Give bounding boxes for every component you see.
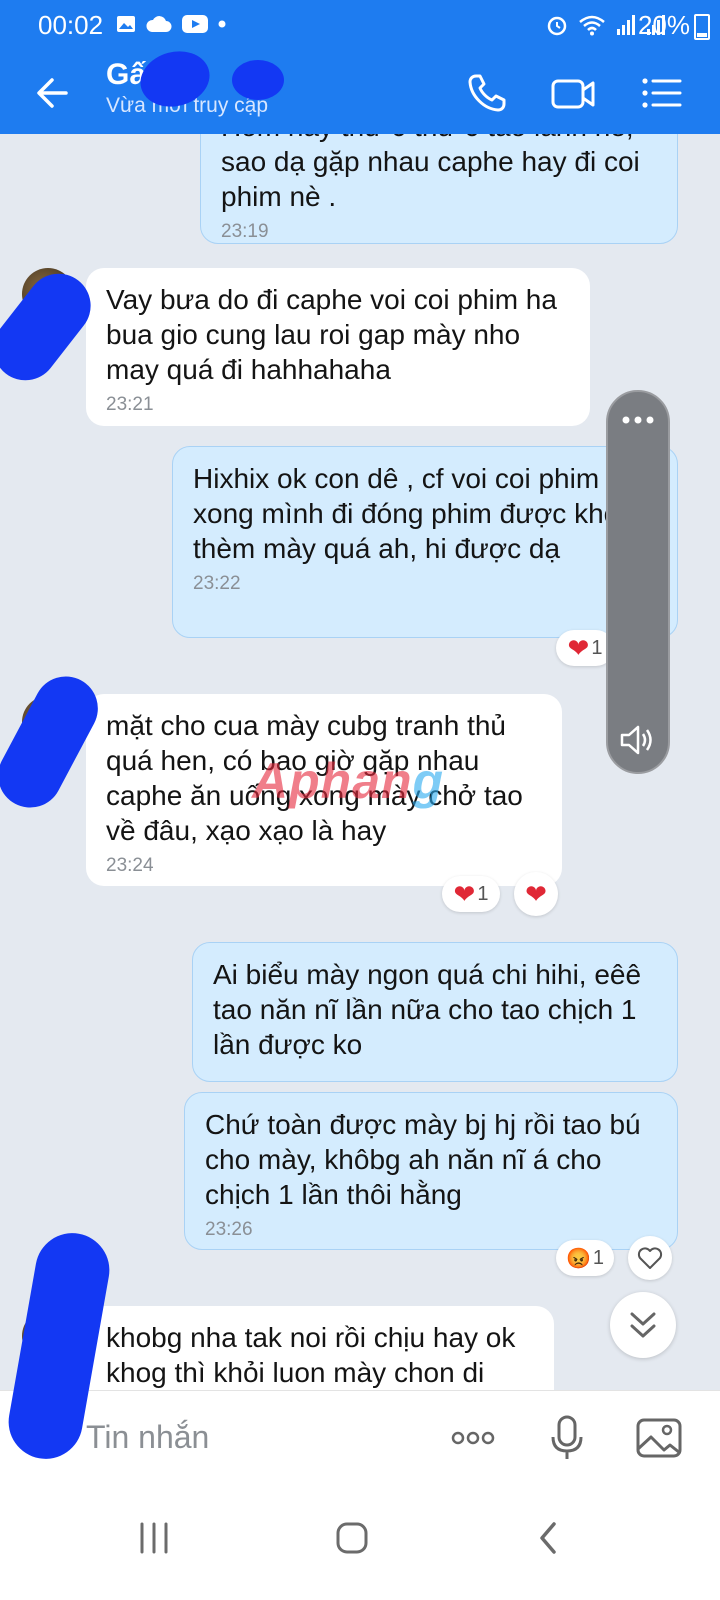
more-options-icon[interactable] <box>448 1413 498 1463</box>
add-reaction-button[interactable] <box>628 1236 672 1280</box>
angry-emoji-icon: 😡 <box>565 1247 591 1270</box>
volume-panel[interactable] <box>606 390 670 774</box>
phone-icon[interactable] <box>462 68 512 118</box>
speaker-icon[interactable] <box>618 722 658 758</box>
reaction-count: 1 <box>477 882 489 905</box>
heart-outline-icon <box>637 1247 663 1269</box>
image-gallery-icon[interactable] <box>634 1413 684 1463</box>
message-input-bar: Tin nhắn <box>0 1390 720 1483</box>
alarm-icon <box>547 16 567 36</box>
cloud-icon <box>146 16 172 32</box>
back-icon[interactable] <box>520 1508 580 1568</box>
back-arrow-icon[interactable] <box>30 70 76 116</box>
heart-icon: ❤ <box>567 633 590 663</box>
signal-icon <box>617 15 635 35</box>
message-time: 23:22 <box>193 573 241 594</box>
message-time: 23:26 <box>205 1219 253 1240</box>
message-time: 23:19 <box>221 221 269 242</box>
scroll-to-bottom-button[interactable] <box>610 1292 676 1358</box>
microphone-icon[interactable] <box>542 1413 592 1463</box>
heart-icon: ❤ <box>453 879 476 909</box>
more-options-icon[interactable] <box>620 410 656 430</box>
outgoing-message[interactable]: Ai biểu mày ngon quá chi hihi, eêê tao n… <box>192 942 678 1082</box>
message-text: Hixhix ok con dê , cf voi coi phim xong … <box>193 463 651 564</box>
message-text: khobg nha tak noi rồi chịu hay ok khog t… <box>106 1322 516 1388</box>
reaction-badge[interactable]: 😡 1 <box>556 1240 614 1276</box>
menu-list-icon[interactable] <box>636 68 686 118</box>
outgoing-message[interactable]: Chứ toàn được mày bj hj rồi tao bú cho m… <box>184 1092 678 1250</box>
youtube-icon <box>182 15 208 33</box>
watermark-part: Aphan <box>252 753 413 809</box>
battery-icon <box>694 14 710 40</box>
message-text: Ai biểu mày ngon quá chi hihi, eêê tao n… <box>213 959 642 1060</box>
outgoing-message[interactable]: Hixhix ok con dê , cf voi coi phim xong … <box>172 446 678 638</box>
status-left-icons <box>116 14 226 34</box>
message-text: Vay bưa do đi caphe voi coi phim ha bua … <box>106 284 557 385</box>
reaction-count: 1 <box>592 1246 605 1269</box>
watermark-part: g <box>412 753 445 809</box>
message-text: Hôm nay thứ 6 thứ 6 tao lành nè, sao dạ … <box>221 134 640 212</box>
reaction-badge[interactable]: ❤ 1 <box>442 876 500 912</box>
reaction-count: 1 <box>591 636 603 659</box>
add-reaction-button[interactable]: ❤ <box>514 872 558 916</box>
message-text: Chứ toàn được mày bj hj rồi tao bú cho m… <box>205 1109 641 1210</box>
double-chevron-down-icon <box>630 1312 656 1338</box>
recent-apps-icon[interactable] <box>124 1508 184 1568</box>
video-call-icon[interactable] <box>548 68 598 118</box>
system-nav-bar <box>0 1482 720 1600</box>
status-time: 00:02 <box>38 10 104 40</box>
chat-header: Gấ ố ki Vừa mới truy cập <box>0 50 720 134</box>
outgoing-message[interactable]: Hôm nay thứ 6 thứ 6 tao lành nè, sao dạ … <box>200 134 678 244</box>
home-icon[interactable] <box>322 1508 382 1568</box>
watermark: Aphang <box>252 752 444 810</box>
message-input[interactable]: Tin nhắn <box>86 1419 209 1456</box>
wifi-icon <box>579 15 605 36</box>
battery-percent: 20% <box>637 10 690 40</box>
heart-icon: ❤ <box>525 879 547 909</box>
redaction-mark <box>232 60 284 100</box>
message-time: 23:21 <box>106 394 154 415</box>
dot-icon <box>218 20 226 28</box>
image-icon <box>117 16 135 32</box>
incoming-message[interactable]: Vay bưa do đi caphe voi coi phim ha bua … <box>86 268 590 426</box>
status-bar: 00:02 20% <box>0 0 720 50</box>
message-time: 23:24 <box>106 855 154 876</box>
